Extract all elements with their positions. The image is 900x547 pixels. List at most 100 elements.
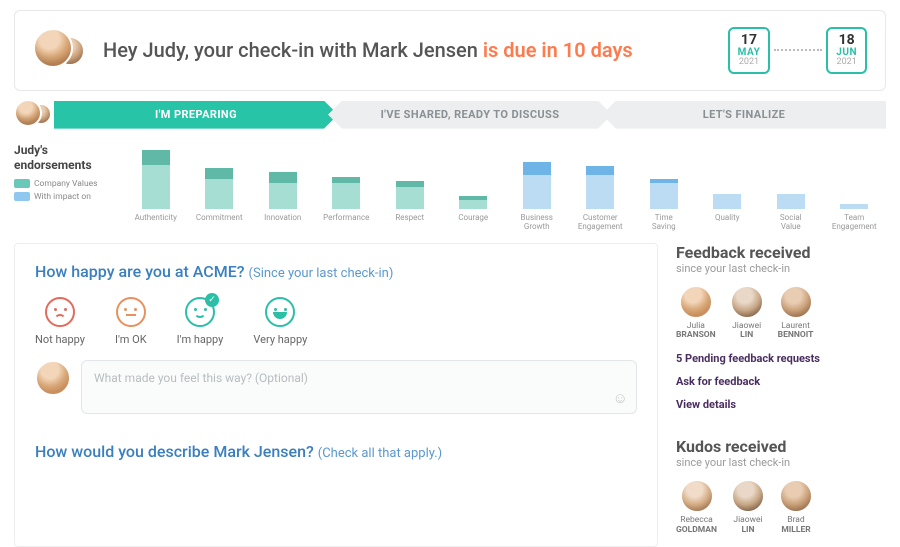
avatar	[680, 479, 714, 513]
legend-swatch-values	[14, 179, 30, 188]
person-name: LaurentBENNOIT	[778, 322, 814, 341]
bar	[650, 145, 678, 209]
happiness-comment-row: What made you feel this way? (Optional) …	[35, 360, 637, 414]
bar-label: SocialValue	[780, 213, 802, 231]
feedback-title: Feedback received	[676, 243, 886, 262]
bar-label: Respect	[395, 213, 424, 231]
face-ok-icon	[116, 297, 146, 327]
happiness-q-hint: (Since your last check-in)	[249, 266, 394, 281]
avatar	[679, 285, 713, 319]
start-year: 2021	[738, 58, 761, 67]
header-avatar-pair	[33, 28, 89, 72]
kudos-person[interactable]: JiaoweiLIN	[731, 479, 765, 535]
link-view-details[interactable]: View details	[676, 398, 886, 411]
endorsements-section: Judy's endorsements Company Values With …	[14, 141, 886, 231]
happiness-comment-input[interactable]: What made you feel this way? (Optional) …	[81, 360, 637, 414]
bar-group: Innovation	[251, 145, 315, 231]
link-ask-feedback[interactable]: Ask for feedback	[676, 375, 886, 388]
checkin-form: How happy are you at ACME? (Since your l…	[14, 243, 658, 547]
person-name: JiaoweiLIN	[733, 516, 762, 535]
step-finalize[interactable]: LET'S FINALIZE	[602, 101, 886, 129]
bar-label: BusinessGrowth	[521, 213, 553, 231]
bar-label: Authenticity	[135, 213, 177, 231]
greeting-text: Hey Judy, your check-in with Mark Jensen	[103, 38, 483, 62]
face-happy-icon: ✓	[185, 297, 215, 327]
bar	[142, 145, 170, 209]
bar-group: TimeSaving	[632, 145, 696, 231]
bar-label: Innovation	[264, 213, 301, 231]
happiness-q-text: How happy are you at ACME?	[35, 262, 245, 281]
end-date-box: 18 JUN 2021	[826, 27, 867, 74]
face-sad-icon	[45, 297, 75, 327]
checkin-header: Hey Judy, your check-in with Mark Jensen…	[14, 10, 886, 91]
describe-q-text: How would you describe Mark Jensen?	[35, 442, 314, 461]
bar	[396, 145, 424, 209]
legend-item-values: Company Values	[14, 179, 114, 189]
bar	[459, 145, 487, 209]
describe-q-hint: (Check all that apply.)	[318, 446, 442, 461]
endorsements-chart: Authenticity Commitment Innovation Performa…	[124, 141, 886, 231]
bar-group: Quality	[696, 145, 760, 231]
feedback-person[interactable]: LaurentBENNOIT	[778, 285, 814, 341]
person-name: JiaoweiLIN	[732, 322, 761, 341]
feedback-person[interactable]: JiaoweiLIN	[730, 285, 764, 341]
greeting-due: is due in 10 days	[483, 38, 633, 62]
mood-label: I'm happy	[177, 333, 224, 346]
kudos-person[interactable]: BradMILLER	[779, 479, 813, 535]
bar-label: TeamEngagement	[832, 213, 877, 231]
end-year: 2021	[836, 58, 857, 67]
bar-group: Commitment	[188, 145, 252, 231]
bar-group: CustomerEngagement	[569, 145, 633, 231]
feedback-subtitle: since your last check-in	[676, 262, 886, 275]
kudos-people: RebeccaGOLDMAN JiaoweiLIN BradMILLER	[676, 479, 886, 535]
bar-label: CustomerEngagement	[578, 213, 623, 231]
avatar	[779, 479, 813, 513]
bar-label: TimeSaving	[652, 213, 676, 231]
end-day: 18	[836, 33, 857, 48]
link-pending-feedback[interactable]: 5 Pending feedback requests	[676, 352, 886, 365]
describe-question: How would you describe Mark Jensen? (Che…	[35, 442, 637, 461]
person-name: RebeccaGOLDMAN	[676, 516, 717, 535]
start-day: 17	[738, 33, 761, 48]
bar-group: Authenticity	[124, 145, 188, 231]
mood-not-happy[interactable]: Not happy	[35, 297, 85, 346]
happiness-question: How happy are you at ACME? (Since your l…	[35, 262, 637, 281]
kudos-person[interactable]: RebeccaGOLDMAN	[676, 479, 717, 535]
mood-ok[interactable]: I'm OK	[115, 297, 147, 346]
bar-group: Courage	[442, 145, 506, 231]
bar	[523, 145, 551, 209]
mood-very-happy[interactable]: Very happy	[253, 297, 307, 346]
stepper-avatar-judy	[14, 99, 42, 127]
legend-item-impact: With impact on	[14, 192, 114, 202]
bar	[332, 145, 360, 209]
stepper-avatars	[14, 99, 60, 131]
feedback-person[interactable]: JuliaBRANSON	[676, 285, 716, 341]
bar-label: Quality	[715, 213, 740, 231]
mood-label: Very happy	[253, 333, 307, 346]
bar	[713, 145, 741, 209]
bar-group: TeamEngagement	[823, 145, 887, 231]
kudos-subtitle: since your last check-in	[676, 456, 886, 469]
bar	[205, 145, 233, 209]
bar-group: Performance	[315, 145, 379, 231]
person-name: JuliaBRANSON	[676, 322, 716, 341]
feedback-people: JuliaBRANSON JiaoweiLIN LaurentBENNOIT	[676, 285, 886, 341]
header-greeting: Hey Judy, your check-in with Mark Jensen…	[103, 38, 633, 62]
face-very-happy-icon	[265, 297, 295, 327]
step-shared[interactable]: I'VE SHARED, READY TO DISCUSS	[328, 101, 612, 129]
legend-swatch-impact	[14, 192, 30, 201]
avatar-judy-small	[35, 360, 71, 396]
bar	[586, 145, 614, 209]
sidebar-panels: Feedback received since your last check-…	[676, 243, 886, 547]
step-preparing[interactable]: I'M PREPARING	[54, 101, 338, 129]
bar	[269, 145, 297, 209]
mood-label: I'm OK	[115, 333, 147, 346]
progress-stepper: I'M PREPARING I'VE SHARED, READY TO DISC…	[14, 99, 886, 131]
bar-group: BusinessGrowth	[505, 145, 569, 231]
mood-options: Not happy I'm OK ✓ I'm happy Very happy	[35, 297, 637, 346]
emoji-picker-icon[interactable]: ☺	[613, 389, 628, 407]
bar	[777, 145, 805, 209]
mood-happy[interactable]: ✓ I'm happy	[177, 297, 224, 346]
avatar	[730, 285, 764, 319]
legend-label-impact: With impact on	[34, 192, 91, 202]
